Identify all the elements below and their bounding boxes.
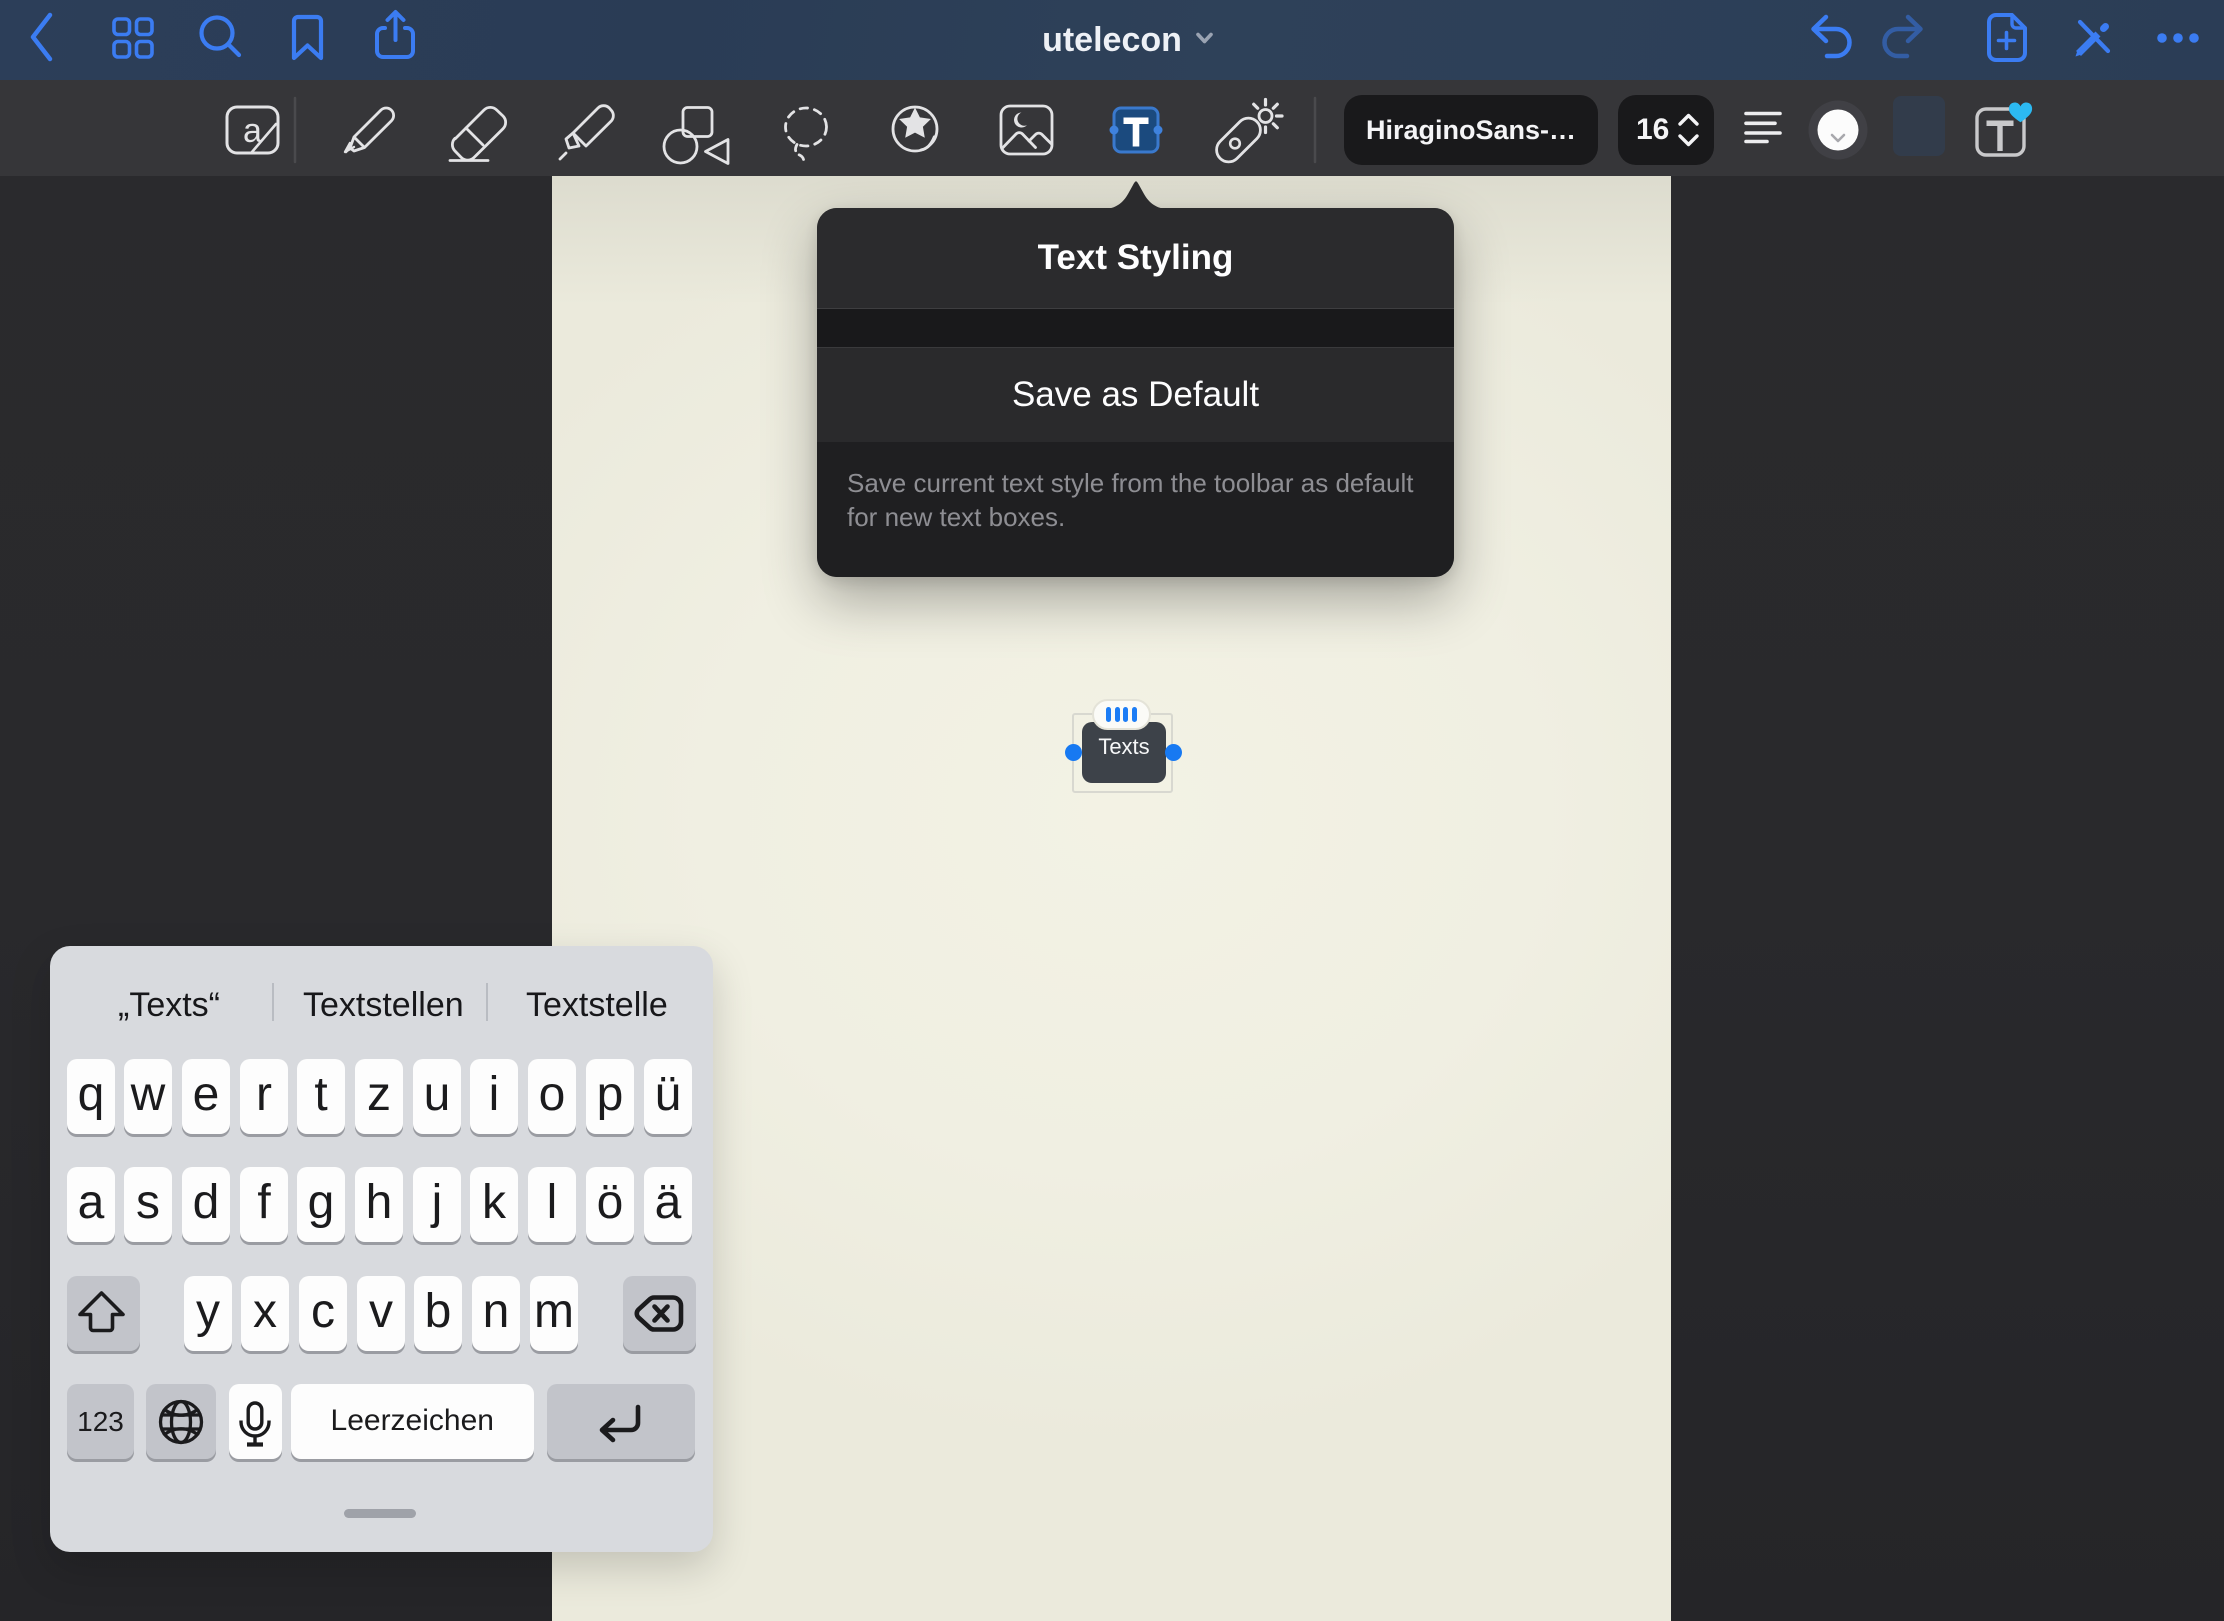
svg-text:a: a — [243, 112, 262, 150]
